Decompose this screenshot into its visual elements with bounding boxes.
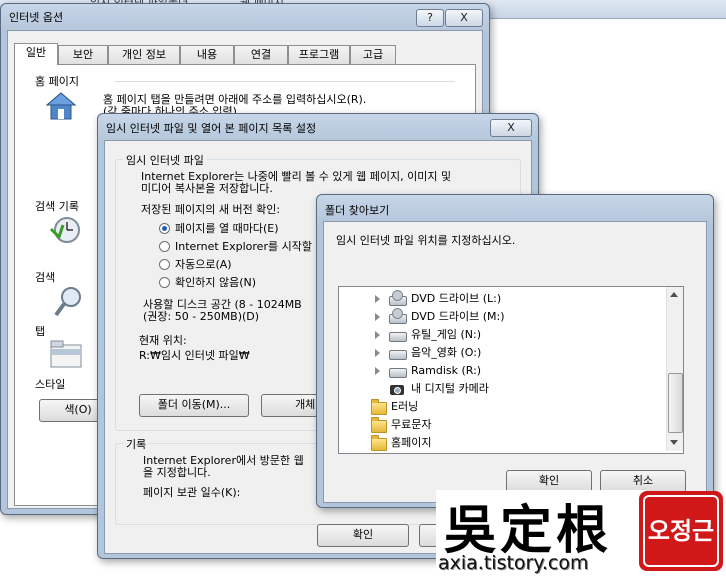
hard-drive-icon bbox=[389, 332, 407, 342]
dvd-drive-icon bbox=[389, 308, 407, 324]
tree-item[interactable]: 유틸_게임 (N:) bbox=[339, 326, 665, 344]
hard-drive-icon bbox=[389, 368, 407, 378]
current-location-value: R:₩임시 인터넷 파일₩ bbox=[139, 349, 250, 362]
tree-item[interactable]: 음악_영화 (O:) bbox=[339, 344, 665, 362]
seal-text: 오정근 bbox=[643, 495, 719, 567]
history-clock-icon bbox=[49, 217, 80, 243]
radio-never[interactable] bbox=[159, 277, 170, 288]
folder-tree[interactable]: DVD 드라이브 (L:) DVD 드라이브 (M:) 유틸_게임 (N:) 음… bbox=[338, 286, 684, 454]
tree-item-label: 유틸_게임 (N:) bbox=[411, 328, 481, 341]
appearance-section-label: 스타일 bbox=[35, 378, 66, 391]
tree-item[interactable]: E러닝 bbox=[339, 398, 665, 416]
browse-folder-body: 임시 인터넷 파일 위치를 지정하십시오. DVD 드라이브 (L:) DVD … bbox=[323, 221, 707, 503]
watermark-url: axia.tistory.com bbox=[438, 552, 589, 574]
scroll-up-arrow-icon[interactable] bbox=[670, 292, 678, 297]
history-description-2: 을 지정합니다. bbox=[143, 466, 211, 479]
tree-item-label: 음악_영화 (O:) bbox=[411, 346, 482, 359]
browsing-history-section-label: 검색 기록 bbox=[35, 200, 79, 213]
radio-label: 자동으로(A) bbox=[175, 258, 232, 271]
close-button[interactable]: X bbox=[445, 9, 483, 27]
tab-connections[interactable]: 연결 bbox=[234, 45, 288, 64]
tree-item-label: Ramdisk (R:) bbox=[411, 364, 482, 377]
radio-label: 페이지를 열 때마다(E) bbox=[175, 222, 279, 235]
temp-files-description-2: 미디어 복사본을 저장합니다. bbox=[141, 182, 273, 195]
dvd-drive-icon bbox=[389, 290, 407, 306]
scroll-down-arrow-icon[interactable] bbox=[670, 440, 678, 445]
tree-item[interactable]: 내 디지털 카메라 bbox=[339, 380, 665, 398]
disk-space-recommendation: (권장: 50 - 250MB)(D) bbox=[143, 310, 260, 323]
tab-strip: 일반 보안 개인 정보 내용 연결 프로그램 고급 bbox=[14, 43, 474, 65]
tree-item-label: 무료문자 bbox=[391, 418, 432, 431]
tabs-section-label: 탭 bbox=[35, 325, 46, 338]
tab-advanced[interactable]: 고급 bbox=[350, 45, 396, 64]
days-to-keep-label: 페이지 보관 일수(K): bbox=[143, 486, 241, 499]
window-title: 임시 인터넷 파일 및 열어 본 페이지 목록 설정 bbox=[106, 122, 317, 135]
camera-icon bbox=[390, 385, 404, 395]
home-page-section-label: 홈 페이지 bbox=[35, 75, 79, 88]
watermark: 吳定根 axia.tistory.com bbox=[436, 490, 646, 582]
tab-general[interactable]: 일반 bbox=[14, 43, 58, 65]
expand-arrow-icon[interactable] bbox=[375, 295, 380, 303]
history-group-label: 기록 bbox=[123, 436, 150, 452]
tab-content[interactable]: 내용 bbox=[180, 45, 234, 64]
current-location-label: 현재 위치: bbox=[139, 334, 187, 347]
radio-label: Internet Explorer를 시작할 bbox=[175, 240, 312, 253]
tree-item[interactable]: DVD 드라이브 (L:) bbox=[339, 290, 665, 308]
hard-drive-icon bbox=[389, 350, 407, 360]
tab-privacy[interactable]: 개인 정보 bbox=[108, 45, 180, 64]
expand-arrow-icon[interactable] bbox=[375, 349, 380, 357]
folder-icon bbox=[371, 399, 387, 415]
help-button[interactable]: ? bbox=[416, 9, 444, 27]
section-divider bbox=[115, 81, 455, 82]
scrollbar-thumb[interactable] bbox=[668, 373, 683, 433]
tree-item-label: E러닝 bbox=[391, 400, 419, 413]
folder-icon bbox=[371, 417, 387, 433]
tab-programs[interactable]: 프로그램 bbox=[288, 45, 350, 64]
folder-icon bbox=[371, 435, 387, 451]
home-icon bbox=[45, 92, 77, 120]
browse-instruction: 임시 인터넷 파일 위치를 지정하십시오. bbox=[336, 234, 516, 247]
check-newer-versions-label: 저장된 페이지의 새 버전 확인: bbox=[141, 203, 281, 216]
radio-automatically[interactable] bbox=[159, 259, 170, 270]
close-button[interactable]: X bbox=[490, 119, 532, 137]
tabs-icon bbox=[50, 340, 82, 368]
radio-label: 확인하지 않음(N) bbox=[175, 276, 257, 289]
tree-item[interactable]: 홈페이지 bbox=[339, 434, 665, 452]
expand-arrow-icon[interactable] bbox=[375, 367, 380, 375]
window-title: 인터넷 옵션 bbox=[9, 11, 64, 24]
move-folder-button[interactable]: 폴더 이동(M)... bbox=[139, 394, 249, 417]
window-title: 폴더 찾아보기 bbox=[325, 204, 390, 217]
vertical-scrollbar[interactable] bbox=[666, 287, 683, 451]
expand-arrow-icon[interactable] bbox=[375, 313, 380, 321]
red-seal-stamp: 오정근 bbox=[639, 491, 723, 571]
tree-item-label: DVD 드라이브 (L:) bbox=[411, 292, 502, 305]
search-magnifier-icon bbox=[54, 287, 81, 317]
ok-button[interactable]: 확인 bbox=[317, 524, 409, 547]
tree-item-label: 내 디지털 카메라 bbox=[411, 382, 489, 395]
tree-item-label: DVD 드라이브 (M:) bbox=[411, 310, 505, 323]
expand-arrow-icon[interactable] bbox=[375, 331, 380, 339]
radio-every-visit[interactable] bbox=[159, 223, 170, 234]
tree-item-label: 홈페이지 bbox=[391, 436, 432, 449]
tree-item[interactable]: 무료문자 bbox=[339, 416, 665, 434]
browse-folder-window: 폴더 찾아보기 임시 인터넷 파일 위치를 지정하십시오. DVD 드라이브 (… bbox=[316, 194, 714, 508]
temp-files-group-label: 임시 인터넷 파일 bbox=[123, 152, 207, 168]
radio-every-start[interactable] bbox=[159, 241, 170, 252]
search-section-label: 검색 bbox=[35, 271, 56, 284]
tree-item[interactable]: DVD 드라이브 (M:) bbox=[339, 308, 665, 326]
tree-item[interactable]: Ramdisk (R:) bbox=[339, 362, 665, 380]
tab-security[interactable]: 보안 bbox=[58, 45, 108, 64]
